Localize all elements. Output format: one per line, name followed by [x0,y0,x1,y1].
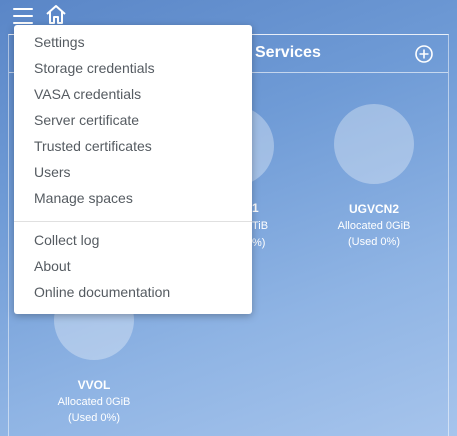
service-circle [334,104,414,184]
service-name: UGVCN2 [348,202,399,216]
menu-item-about[interactable]: About [14,253,252,279]
service-allocated: Allocated 0GiB [337,220,411,232]
service-used: (Used 0%) [348,236,400,248]
main-menu-dropdown: Settings Storage credentials VASA creden… [14,25,252,314]
menu-item-trusted-certificates[interactable]: Trusted certificates [14,133,252,159]
menu-item-online-documentation[interactable]: Online documentation [14,279,252,305]
service-name: VVOL [77,378,111,392]
service-name-partial: 1 [252,201,259,215]
plus-circle-icon[interactable] [414,44,434,64]
menu-item-users[interactable]: Users [14,159,252,185]
menu-item-settings[interactable]: Settings [14,29,252,55]
service-card-ugvcn2[interactable]: UGVCN2 Allocated 0GiB (Used 0%) [314,104,434,248]
menu-item-collect-log[interactable]: Collect log [14,227,252,253]
home-icon[interactable] [44,3,68,27]
service-used-partial: %) [252,237,266,249]
panel-title: Services [255,44,321,61]
service-allocated: Allocated 0GiB [57,396,131,408]
menu-item-vasa-credentials[interactable]: VASA credentials [14,81,252,107]
menu-item-server-certificate[interactable]: Server certificate [14,107,252,133]
menu-divider [14,221,252,222]
hamburger-icon[interactable] [13,8,33,24]
menu-item-manage-spaces[interactable]: Manage spaces [14,185,252,211]
service-used: (Used 0%) [68,412,120,424]
menu-item-storage-credentials[interactable]: Storage credentials [14,55,252,81]
service-allocated-partial: TiB [252,220,269,232]
